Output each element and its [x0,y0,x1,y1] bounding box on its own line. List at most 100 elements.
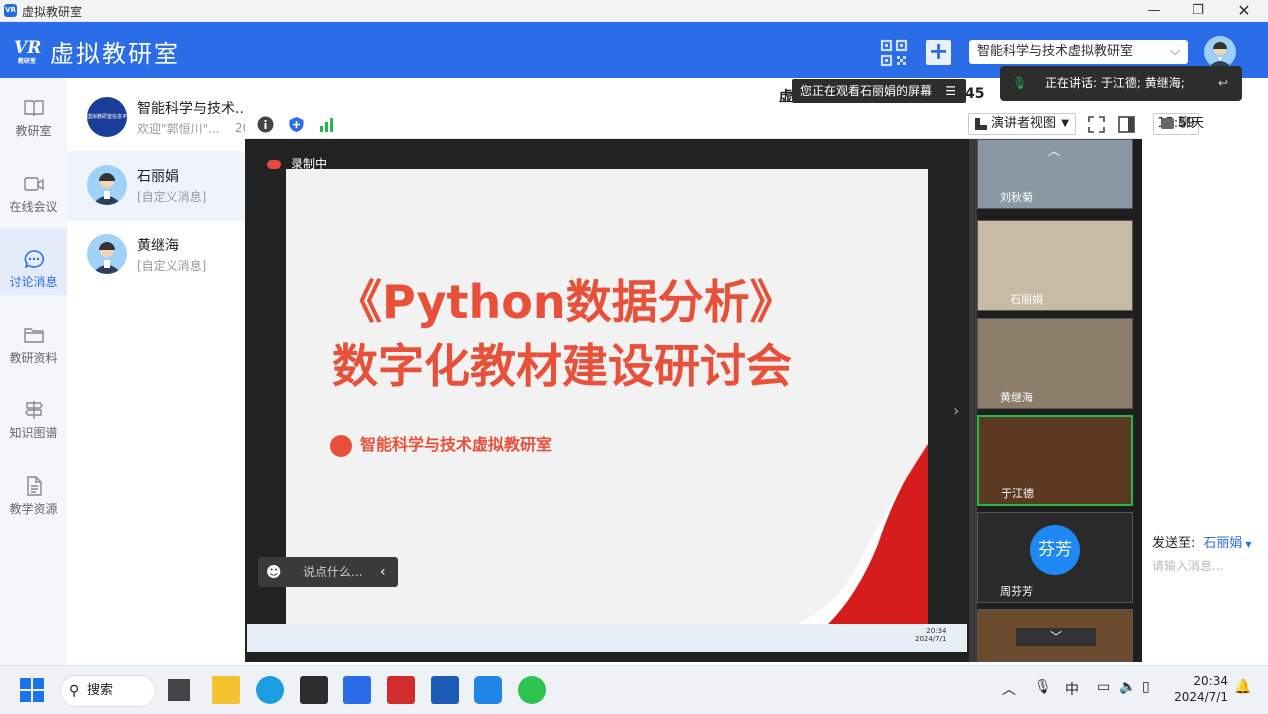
chevron-up-icon[interactable]: ︿ [1002,679,1016,699]
participant-video[interactable]: ﹀ [977,609,1133,662]
folder-icon [23,328,44,343]
app-root: VR 虚拟教研室 — ❐ ✕ VR 教研室 虚拟教研室 + 智能科学与技术虚拟教研室… [0,0,1268,714]
app-logo: VR 教研室 虚拟教研室 [14,34,180,69]
nav-label: 知识图谱 [9,426,58,440]
ime-indicator[interactable]: 中 [1065,679,1079,699]
battery-icon[interactable]: ▯ [1142,679,1150,695]
slide-title-line-2: 数字化教材建设研讨会 [332,339,792,393]
add-button[interactable]: + [926,39,951,65]
conversation-preview: [自定义消息] [137,259,207,273]
chevron-right-icon[interactable]: › [953,401,959,420]
participant-name: 于江德 [1001,487,1034,500]
meeting-title-partial: 虚 [779,89,793,105]
windows-taskbar: ⚲ 搜索 ︿ 🎙 中 ▭ 🔈 ▯ 20:34 2024/7/1 🔔 [0,665,1268,714]
inner-taskbar: 20:34 2024/7/1 [247,624,967,652]
comment-input[interactable]: 说点什么... [303,557,362,587]
participant-video[interactable]: 石丽娟 [977,220,1133,311]
chevron-down-icon: ⌵ [1170,44,1180,59]
view-mode-select[interactable]: 演讲者视图 ▼ [968,113,1076,135]
tab-chat[interactable]: 聊天 [1147,110,1268,139]
network-icon[interactable]: ▭ [1097,679,1110,695]
qr-code-icon[interactable] [880,39,908,67]
avatar [87,165,127,205]
chat-panel: 发送至: 石丽娟 ▼ 请输入消息... [1142,139,1268,665]
slide-title-line-1: 《Python数据分析》 [336,275,796,329]
participant-video[interactable]: ︿ 刘秋菊 [977,139,1133,209]
nav-label: 教研资料 [9,351,58,365]
volume-icon[interactable]: 🔈 [1119,679,1136,695]
sidebar-toggle-icon[interactable] [1118,116,1135,133]
task-view-icon[interactable] [168,679,190,701]
participant-name: 刘秋菊 [1000,191,1033,204]
participant-video[interactable]: 芬芳 周芬芳 [977,512,1133,603]
file-explorer-icon[interactable] [212,676,240,704]
user-avatar[interactable] [1204,36,1236,68]
nav-label: 教学资源 [9,502,58,516]
microphone-icon[interactable]: 🎙 [1034,679,1052,695]
nav-item-materials[interactable]: 教研资料 [0,305,67,371]
fullscreen-icon[interactable] [1088,116,1105,133]
windows-start-icon[interactable] [18,676,46,704]
conversation-list: 虚拟教研室信息平台 智能科学与技术... 欢迎"郭恒川"... 20 石丽娟 [… [67,78,250,665]
conversation-item[interactable]: 黄继海 [自定义消息] [67,220,245,290]
scroll-down-icon[interactable]: ﹀ [1016,628,1096,646]
shield-icon[interactable] [288,116,305,133]
window-title: 虚拟教研室 [22,5,83,19]
participant-video[interactable]: 黄继海 [977,318,1133,409]
vr-app-icon[interactable] [343,676,371,704]
watching-screen-tooltip: 您正在观看石丽娟的屏幕 ☰ [792,79,966,103]
pdf-reader-icon[interactable] [387,676,415,704]
comment-bar[interactable]: ☻ 说点什么... ‹ [258,557,398,587]
emoji-icon[interactable]: ☻ [266,557,282,587]
minimize-icon[interactable]: — [1131,0,1177,22]
group-avatar: 虚拟教研室信息平台 [87,97,127,137]
page-curl-decoration [798,444,928,624]
notification-bell-icon[interactable]: 🔔 [1234,679,1251,695]
wechat-icon[interactable] [518,676,546,704]
send-to[interactable]: 发送至: 石丽娟 ▼ [1152,532,1252,551]
taskbar-clock[interactable]: 20:34 2024/7/1 [1170,673,1228,705]
chat-bubble-icon [24,250,44,269]
chat-input[interactable]: 请输入消息... [1152,557,1223,574]
room-select[interactable]: 智能科学与技术虚拟教研室 ⌵ [969,40,1188,64]
video-panel-divider[interactable] [969,139,977,662]
left-nav: 教研室 在线会议 讨论消息 教研资料 知识图谱 教学资源 [0,78,67,665]
participant-name: 石丽娟 [1010,293,1043,306]
document-icon [26,476,42,496]
app-icon: VR [4,4,17,17]
scroll-up-icon[interactable]: ︿ [1048,142,1060,159]
edge-browser-icon[interactable] [256,676,284,704]
word-icon[interactable] [431,676,459,704]
conversation-item[interactable]: 石丽娟 [自定义消息] [67,151,245,221]
return-icon[interactable]: ↩ [1218,66,1228,101]
conversation-preview: 欢迎"郭恒川"... [137,122,220,136]
logo-mark: VR 教研室 [14,37,42,65]
signpost-icon [24,401,43,419]
participant-video[interactable]: 于江德 [977,415,1133,506]
menu-icon[interactable]: ☰ [945,79,956,103]
nav-item-knowledge-graph[interactable]: 知识图谱 [0,380,67,446]
window-titlebar: VR 虚拟教研室 — ❐ ✕ [0,0,1268,22]
conversation-item[interactable]: 虚拟教研室信息平台 智能科学与技术... 欢迎"郭恒川"... 20 [67,83,250,153]
nav-item-discussion[interactable]: 讨论消息 [0,229,67,295]
terminal-icon[interactable] [300,676,328,704]
nav-item-jiaoyanshi[interactable]: 教研室 [0,78,67,144]
video-camera-icon [23,177,44,191]
conversation-name: 智能科学与技术... [137,101,245,117]
presentation-slide: 《Python数据分析》 数字化教材建设研讨会 智能科学与技术虚拟教研室 [286,169,928,624]
nav-item-teaching-resources[interactable]: 教学资源 [0,456,67,522]
close-icon[interactable]: ✕ [1221,0,1267,22]
taskbar-search[interactable]: ⚲ 搜索 [60,675,156,707]
maximize-icon[interactable]: ❐ [1175,0,1221,22]
conversation-preview: [自定义消息] [137,190,207,204]
meeting-title-tail: 45 [965,86,985,102]
nav-item-online-meeting[interactable]: 在线会议 [0,154,67,220]
collapse-icon[interactable]: ‹ [380,557,386,587]
participant-name: 黄继海 [1000,391,1033,404]
nav-label: 在线会议 [9,200,58,214]
signal-icon[interactable] [318,116,335,133]
info-icon[interactable] [257,116,274,133]
send-to-target[interactable]: 石丽娟 [1203,536,1242,551]
slide-org: 智能科学与技术虚拟教研室 [330,431,552,457]
meeting-app-icon[interactable] [474,676,502,704]
